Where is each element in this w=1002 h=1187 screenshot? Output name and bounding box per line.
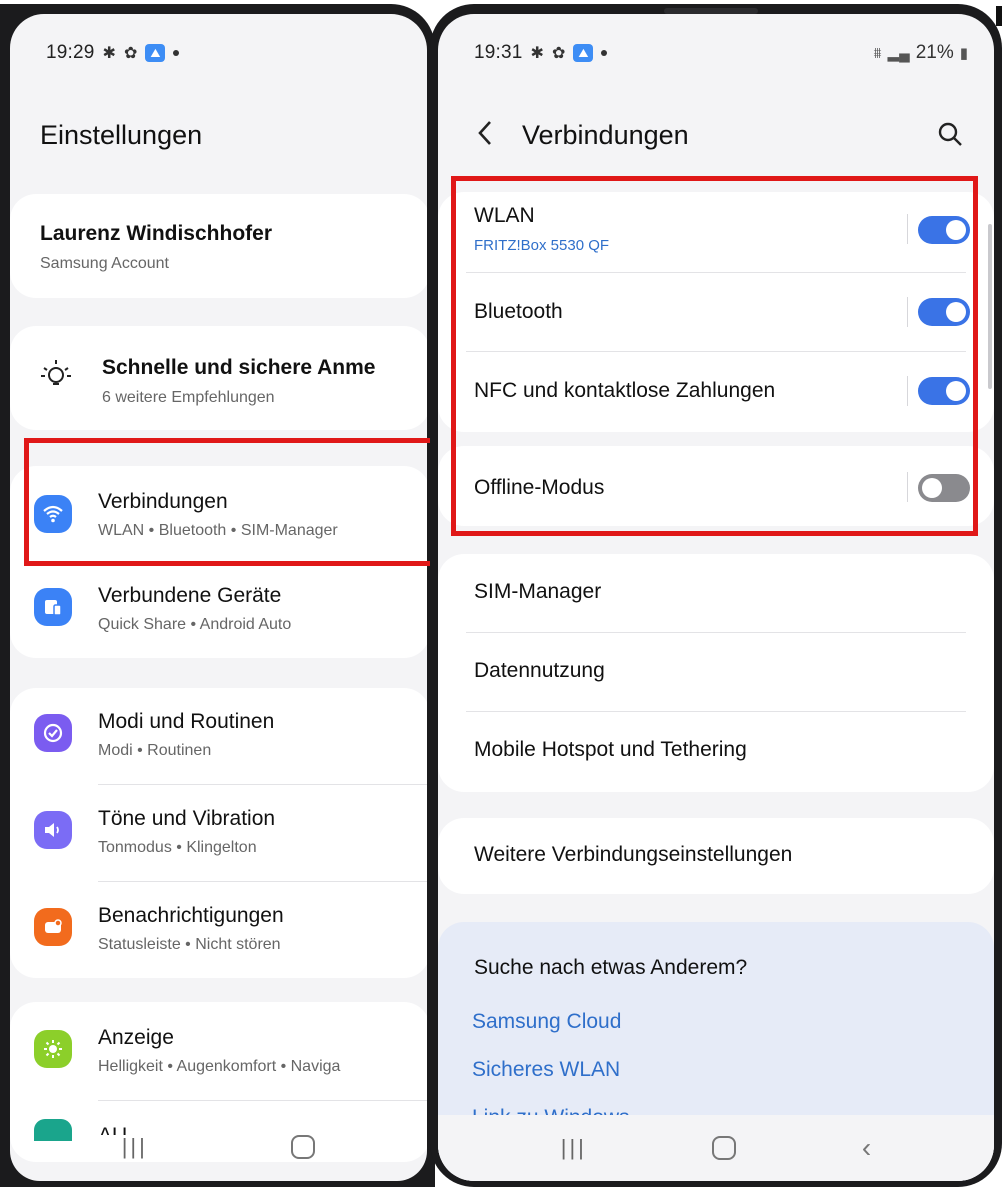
highlight-verbindungen: [24, 438, 444, 566]
account-sub: Samsung Account: [40, 255, 169, 272]
wifi-signal-icon: ⩩: [873, 44, 882, 62]
navigation-bar: |||: [10, 1117, 427, 1177]
devices-icon: [34, 588, 72, 626]
settings-item-anzeige[interactable]: Anzeige Helligkeit • Augenkomfort • Navi…: [10, 1002, 427, 1098]
highlight-toggles: [451, 176, 978, 536]
more-card: Weitere Verbindungseinstellungen: [438, 818, 994, 894]
account-name: Laurenz Windischhofer: [40, 222, 272, 245]
check-circle-icon: [34, 714, 72, 752]
back-icon[interactable]: [474, 118, 496, 156]
speaker-icon: [34, 811, 72, 849]
settings-item-toene[interactable]: Töne und Vibration Tonmodus • Klingelton: [10, 785, 427, 881]
sun-icon: [34, 1030, 72, 1068]
status-right: ⩩ ▂▄ 21% ▮: [874, 38, 968, 68]
home-button[interactable]: [291, 1135, 316, 1159]
recents-button[interactable]: |||: [561, 1135, 587, 1161]
gallery-status-icon: ⛰: [573, 44, 594, 62]
menu-title: SIM-Manager: [474, 580, 602, 603]
suggest-heading: Suche nach etwas Anderem?: [474, 956, 748, 979]
item-sub: Quick Share • Android Auto: [98, 616, 292, 633]
frame-edge: [996, 6, 1002, 26]
back-button[interactable]: ‹: [862, 1132, 871, 1164]
settings-item-modi[interactable]: Modi und Routinen Modi • Routinen: [10, 688, 427, 784]
status-bar: 19:31 ✱ ✿ ⛰: [474, 38, 608, 68]
navigation-bar: ||| ‹: [438, 1115, 994, 1181]
bluetooth-status-icon: ✱: [102, 45, 116, 62]
notification-dot-icon: [601, 50, 608, 56]
cell-signal-icon: ▂▄: [887, 45, 910, 62]
item-title: Benachrichtigungen: [98, 904, 284, 927]
notification-dot-icon: [173, 50, 180, 56]
suggestion-card[interactable]: Schnelle und sichere Anme 6 weitere Empf…: [10, 326, 427, 430]
item-title: Modi und Routinen: [98, 710, 275, 733]
status-time: 19:29: [46, 42, 95, 63]
item-sub: Tonmodus • Klingelton: [98, 839, 257, 856]
sim-manager-item[interactable]: SIM-Manager: [438, 554, 994, 632]
gear-status-icon: ✿: [123, 45, 138, 62]
search-icon[interactable]: [934, 118, 968, 152]
system-card: Modi und Routinen Modi • Routinen Töne u…: [10, 688, 427, 978]
page-title: Einstellungen: [40, 120, 203, 150]
bluetooth-status-icon: ✱: [530, 45, 544, 62]
hotspot-item[interactable]: Mobile Hotspot und Tethering: [438, 712, 994, 792]
item-sub: Modi • Routinen: [98, 742, 212, 759]
gallery-status-icon: ⛰: [145, 44, 166, 62]
page-title: Verbindungen: [522, 120, 689, 150]
bell-icon: [34, 908, 72, 946]
gear-status-icon: ✿: [551, 45, 566, 62]
status-time: 19:31: [474, 42, 523, 63]
more-settings-item[interactable]: Weitere Verbindungseinstellungen: [438, 818, 994, 894]
item-title: Anzeige: [98, 1026, 174, 1049]
item-title: Verbundene Geräte: [98, 584, 282, 607]
item-sub: Statusleiste • Nicht stören: [98, 936, 281, 953]
datennutzung-item[interactable]: Datennutzung: [438, 633, 994, 711]
suggestion-title: Schnelle und sichere Anme: [102, 356, 376, 379]
link-samsung-cloud[interactable]: Samsung Cloud: [472, 1010, 621, 1034]
recents-button[interactable]: |||: [122, 1134, 148, 1160]
link-sicheres-wlan[interactable]: Sicheres WLAN: [472, 1058, 620, 1082]
settings-item-benachrichtigungen[interactable]: Benachrichtigungen Statusleiste • Nicht …: [10, 882, 427, 978]
suggestion-sub: 6 weitere Empfehlungen: [102, 389, 275, 406]
home-button[interactable]: [712, 1136, 737, 1160]
battery-percent: 21%: [915, 42, 954, 63]
item-sub: Helligkeit • Augenkomfort • Naviga: [98, 1058, 341, 1075]
menu-card: SIM-Manager Datennutzung Mobile Hotspot …: [438, 554, 994, 792]
menu-title: Mobile Hotspot und Tethering: [474, 738, 747, 761]
settings-item-verbundene-geraete[interactable]: Verbundene Geräte Quick Share • Android …: [10, 562, 427, 658]
item-title: Töne und Vibration: [98, 807, 276, 830]
more-title: Weitere Verbindungseinstellungen: [474, 843, 793, 866]
lightbulb-icon: [38, 356, 74, 392]
left-phone: 19:29 ✱ ✿ ⛰ Einstellungen Laurenz Windis…: [0, 4, 435, 1187]
account-card[interactable]: Laurenz Windischhofer Samsung Account: [10, 194, 427, 298]
scrollbar[interactable]: [988, 224, 992, 389]
battery-icon: ▮: [959, 45, 968, 62]
status-bar: 19:29 ✱ ✿ ⛰: [46, 38, 180, 68]
menu-title: Datennutzung: [474, 659, 605, 682]
left-screen: 19:29 ✱ ✿ ⛰ Einstellungen Laurenz Windis…: [10, 14, 427, 1181]
